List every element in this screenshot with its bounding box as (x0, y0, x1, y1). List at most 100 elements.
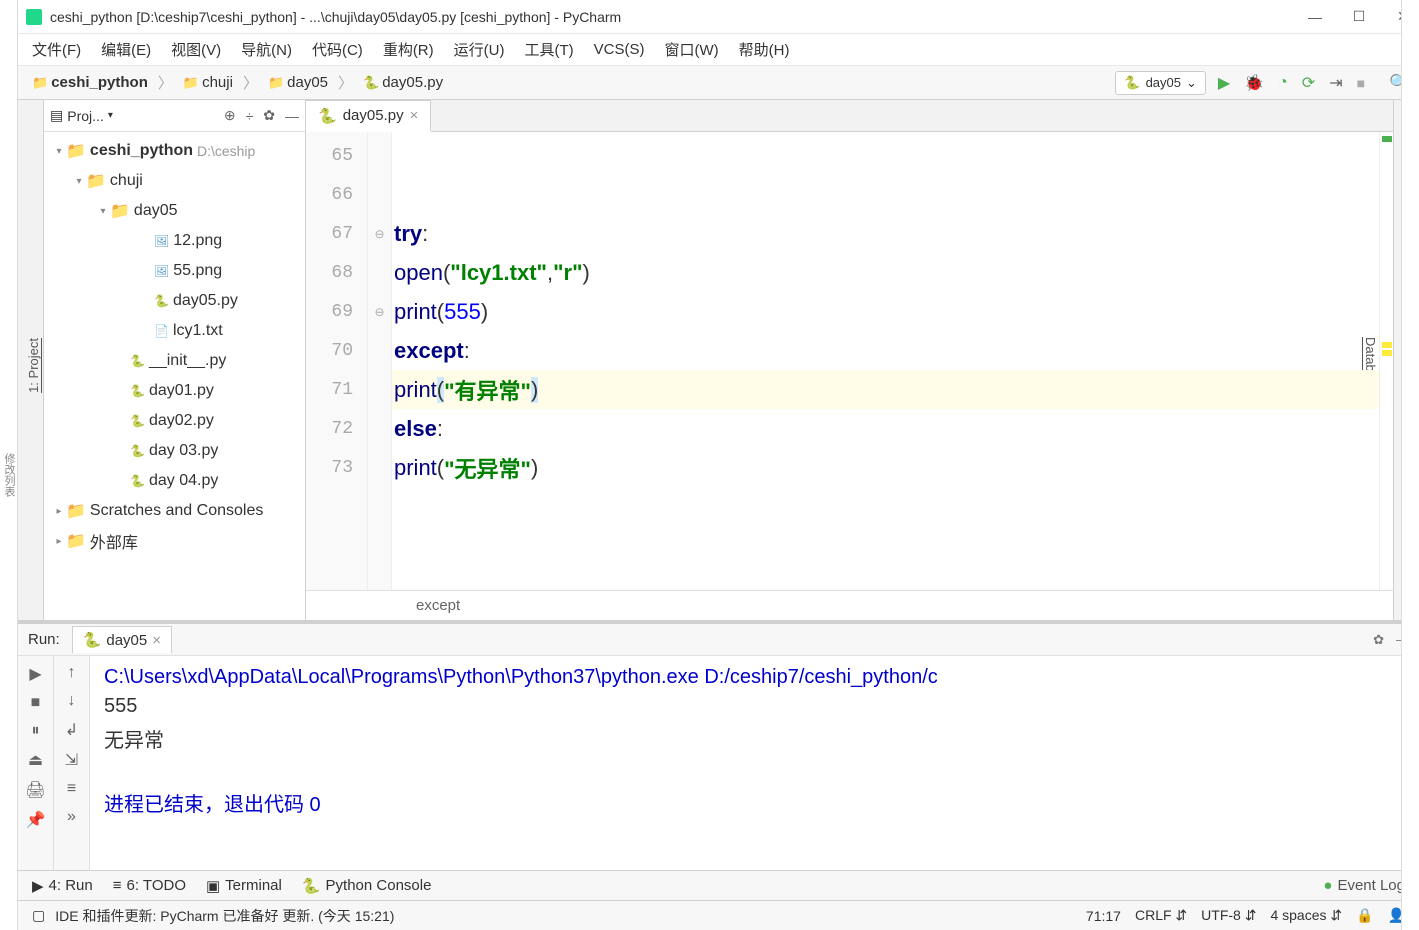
editor-tab-day05[interactable]: 🐍 day05.py × (306, 100, 431, 132)
menu-item[interactable]: 窗口(W) (656, 36, 726, 63)
menu-item[interactable]: 导航(N) (233, 36, 300, 63)
debug-button[interactable]: 🐞 (1244, 73, 1264, 93)
tab-python-console[interactable]: 🐍Python Console (302, 877, 432, 895)
code-line[interactable] (392, 175, 1393, 214)
code-line[interactable]: open("lcy1.txt","r") (392, 253, 1393, 292)
line-number[interactable]: 72 (306, 409, 367, 448)
clear-icon[interactable]: ≡ (67, 780, 76, 798)
attach-button[interactable]: ⇥ (1329, 73, 1342, 93)
status-icon[interactable]: ▢ (32, 907, 45, 924)
indent-setting[interactable]: 4 spaces ⇵ (1270, 907, 1342, 924)
down-icon[interactable]: ↓ (68, 692, 76, 710)
menu-item[interactable]: VCS(S) (586, 38, 653, 61)
tab-run[interactable]: ▶4: Run (32, 877, 93, 895)
project-panel-title[interactable]: ▤ Proj... ▾ (50, 107, 113, 124)
stop-icon[interactable]: ■ (31, 694, 41, 712)
tab-todo[interactable]: ≡6: TODO (113, 877, 186, 894)
tab-terminal[interactable]: ▣Terminal (206, 877, 282, 895)
line-number[interactable]: 67 (306, 214, 367, 253)
tree-item[interactable]: ▸📁外部库 (44, 526, 305, 556)
lock-icon[interactable]: 🔒 (1356, 907, 1373, 924)
menubar: 文件(F)编辑(E)视图(V)导航(N)代码(C)重构(R)运行(U)工具(T)… (18, 34, 1419, 66)
tree-item[interactable]: ▾📁chuji (44, 166, 305, 196)
code-line[interactable]: print(555) (392, 292, 1393, 331)
stop-button[interactable]: ■ (1357, 75, 1365, 91)
code-line[interactable]: try: (392, 214, 1393, 253)
menu-item[interactable]: 帮助(H) (731, 36, 798, 63)
tree-item[interactable]: 🐍day05.py (44, 286, 305, 316)
coverage-button[interactable]: ◔ (1278, 74, 1288, 92)
print-icon[interactable]: 🖨 (25, 780, 45, 800)
scroll-icon[interactable]: ⇲ (65, 750, 78, 770)
target-icon[interactable]: ⊕ (224, 107, 236, 124)
tree-item[interactable]: 🖼55.png (44, 256, 305, 286)
more-icon[interactable]: » (67, 808, 76, 826)
line-number[interactable]: 70 (306, 331, 367, 370)
tree-item[interactable]: 🐍day02.py (44, 406, 305, 436)
code-line[interactable] (392, 136, 1393, 175)
tree-item[interactable]: ▸📁Scratches and Consoles (44, 496, 305, 526)
project-tree[interactable]: ▾📁ceshi_python D:\ceship▾📁chuji▾📁day05🖼1… (44, 132, 305, 620)
breadcrumb-item[interactable]: 📁ceshi_python (28, 72, 152, 93)
tree-item[interactable]: 🐍day 04.py (44, 466, 305, 496)
run-button[interactable]: ▶ (1218, 73, 1230, 93)
profile-button[interactable]: ⟳ (1302, 73, 1315, 93)
code-line[interactable]: print("有异常") (392, 370, 1393, 409)
close-icon[interactable]: × (152, 632, 161, 649)
run-config-selector[interactable]: 🐍 day05 ⌄ (1115, 71, 1206, 95)
settings-icon[interactable]: ✿ (263, 107, 275, 124)
menu-item[interactable]: 工具(T) (516, 36, 581, 63)
breadcrumb-item[interactable]: 🐍day05.py (359, 72, 447, 93)
code-line[interactable]: except: (392, 331, 1393, 370)
line-number[interactable]: 68 (306, 253, 367, 292)
exit-icon[interactable]: ⏏ (28, 750, 43, 770)
code-line[interactable]: else: (392, 409, 1393, 448)
menu-item[interactable]: 文件(F) (24, 36, 89, 63)
breadcrumb-item[interactable]: 📁chuji (179, 72, 237, 93)
menu-item[interactable]: 代码(C) (304, 36, 371, 63)
settings-icon[interactable]: ✿ (1373, 632, 1384, 648)
tree-item[interactable]: 🖼12.png (44, 226, 305, 256)
tree-item[interactable]: ▾📁ceshi_python D:\ceship (44, 136, 305, 166)
code-line[interactable]: print("无异常") (392, 448, 1393, 487)
breadcrumb-item[interactable]: 📁day05 (264, 72, 332, 93)
line-number[interactable]: 73 (306, 448, 367, 487)
wrap-icon[interactable]: ↲ (65, 720, 78, 740)
line-number[interactable]: 69 (306, 292, 367, 331)
menu-item[interactable]: 运行(U) (446, 36, 513, 63)
menu-item[interactable]: 重构(R) (375, 36, 442, 63)
file-encoding[interactable]: UTF-8 ⇵ (1201, 907, 1256, 924)
caret-position[interactable]: 71:17 (1086, 908, 1121, 924)
line-number[interactable]: 71 (306, 370, 367, 409)
menu-item[interactable]: 编辑(E) (93, 36, 159, 63)
editor-breadcrumb[interactable]: except (306, 590, 1393, 620)
menu-item[interactable]: 视图(V) (163, 36, 229, 63)
tree-item[interactable]: ▾📁day05 (44, 196, 305, 226)
status-message[interactable]: IDE 和插件更新: PyCharm 已准备好 更新. (今天 15:21) (55, 906, 394, 926)
minimize-button[interactable]: — (1307, 9, 1323, 25)
line-number[interactable]: 65 (306, 136, 367, 175)
code-area[interactable]: try: open("lcy1.txt","r") print(555)exce… (392, 132, 1393, 590)
collapse-icon[interactable]: ÷ (246, 108, 254, 124)
tree-item[interactable]: 🐍day 03.py (44, 436, 305, 466)
tool-window-tab[interactable]: 1: Project (24, 334, 43, 397)
tree-item[interactable]: 📄lcy1.txt (44, 316, 305, 346)
up-icon[interactable]: ↑ (68, 664, 76, 682)
fold-handle[interactable]: ⊖ (368, 292, 391, 331)
close-tab-icon[interactable]: × (410, 107, 419, 124)
line-separator[interactable]: CRLF ⇵ (1135, 907, 1187, 924)
hide-icon[interactable]: — (285, 108, 299, 124)
run-tab[interactable]: 🐍 day05 × (72, 626, 172, 653)
tab-event-log[interactable]: ●Event Log (1323, 877, 1405, 894)
rerun-icon[interactable]: ▶ (29, 664, 41, 684)
maximize-button[interactable]: ☐ (1351, 9, 1367, 25)
line-number[interactable]: 66 (306, 175, 367, 214)
chevron-down-icon: ⌄ (1186, 75, 1197, 91)
fold-handle[interactable]: ⊖ (368, 214, 391, 253)
pause-icon[interactable]: ⏸ (31, 722, 39, 740)
python-icon: 🐍 (302, 877, 321, 895)
tree-item[interactable]: 🐍__init__.py (44, 346, 305, 376)
pin-icon[interactable]: 📌 (26, 810, 46, 830)
tree-item[interactable]: 🐍day01.py (44, 376, 305, 406)
console-output[interactable]: C:\Users\xd\AppData\Local\Programs\Pytho… (90, 656, 1419, 870)
